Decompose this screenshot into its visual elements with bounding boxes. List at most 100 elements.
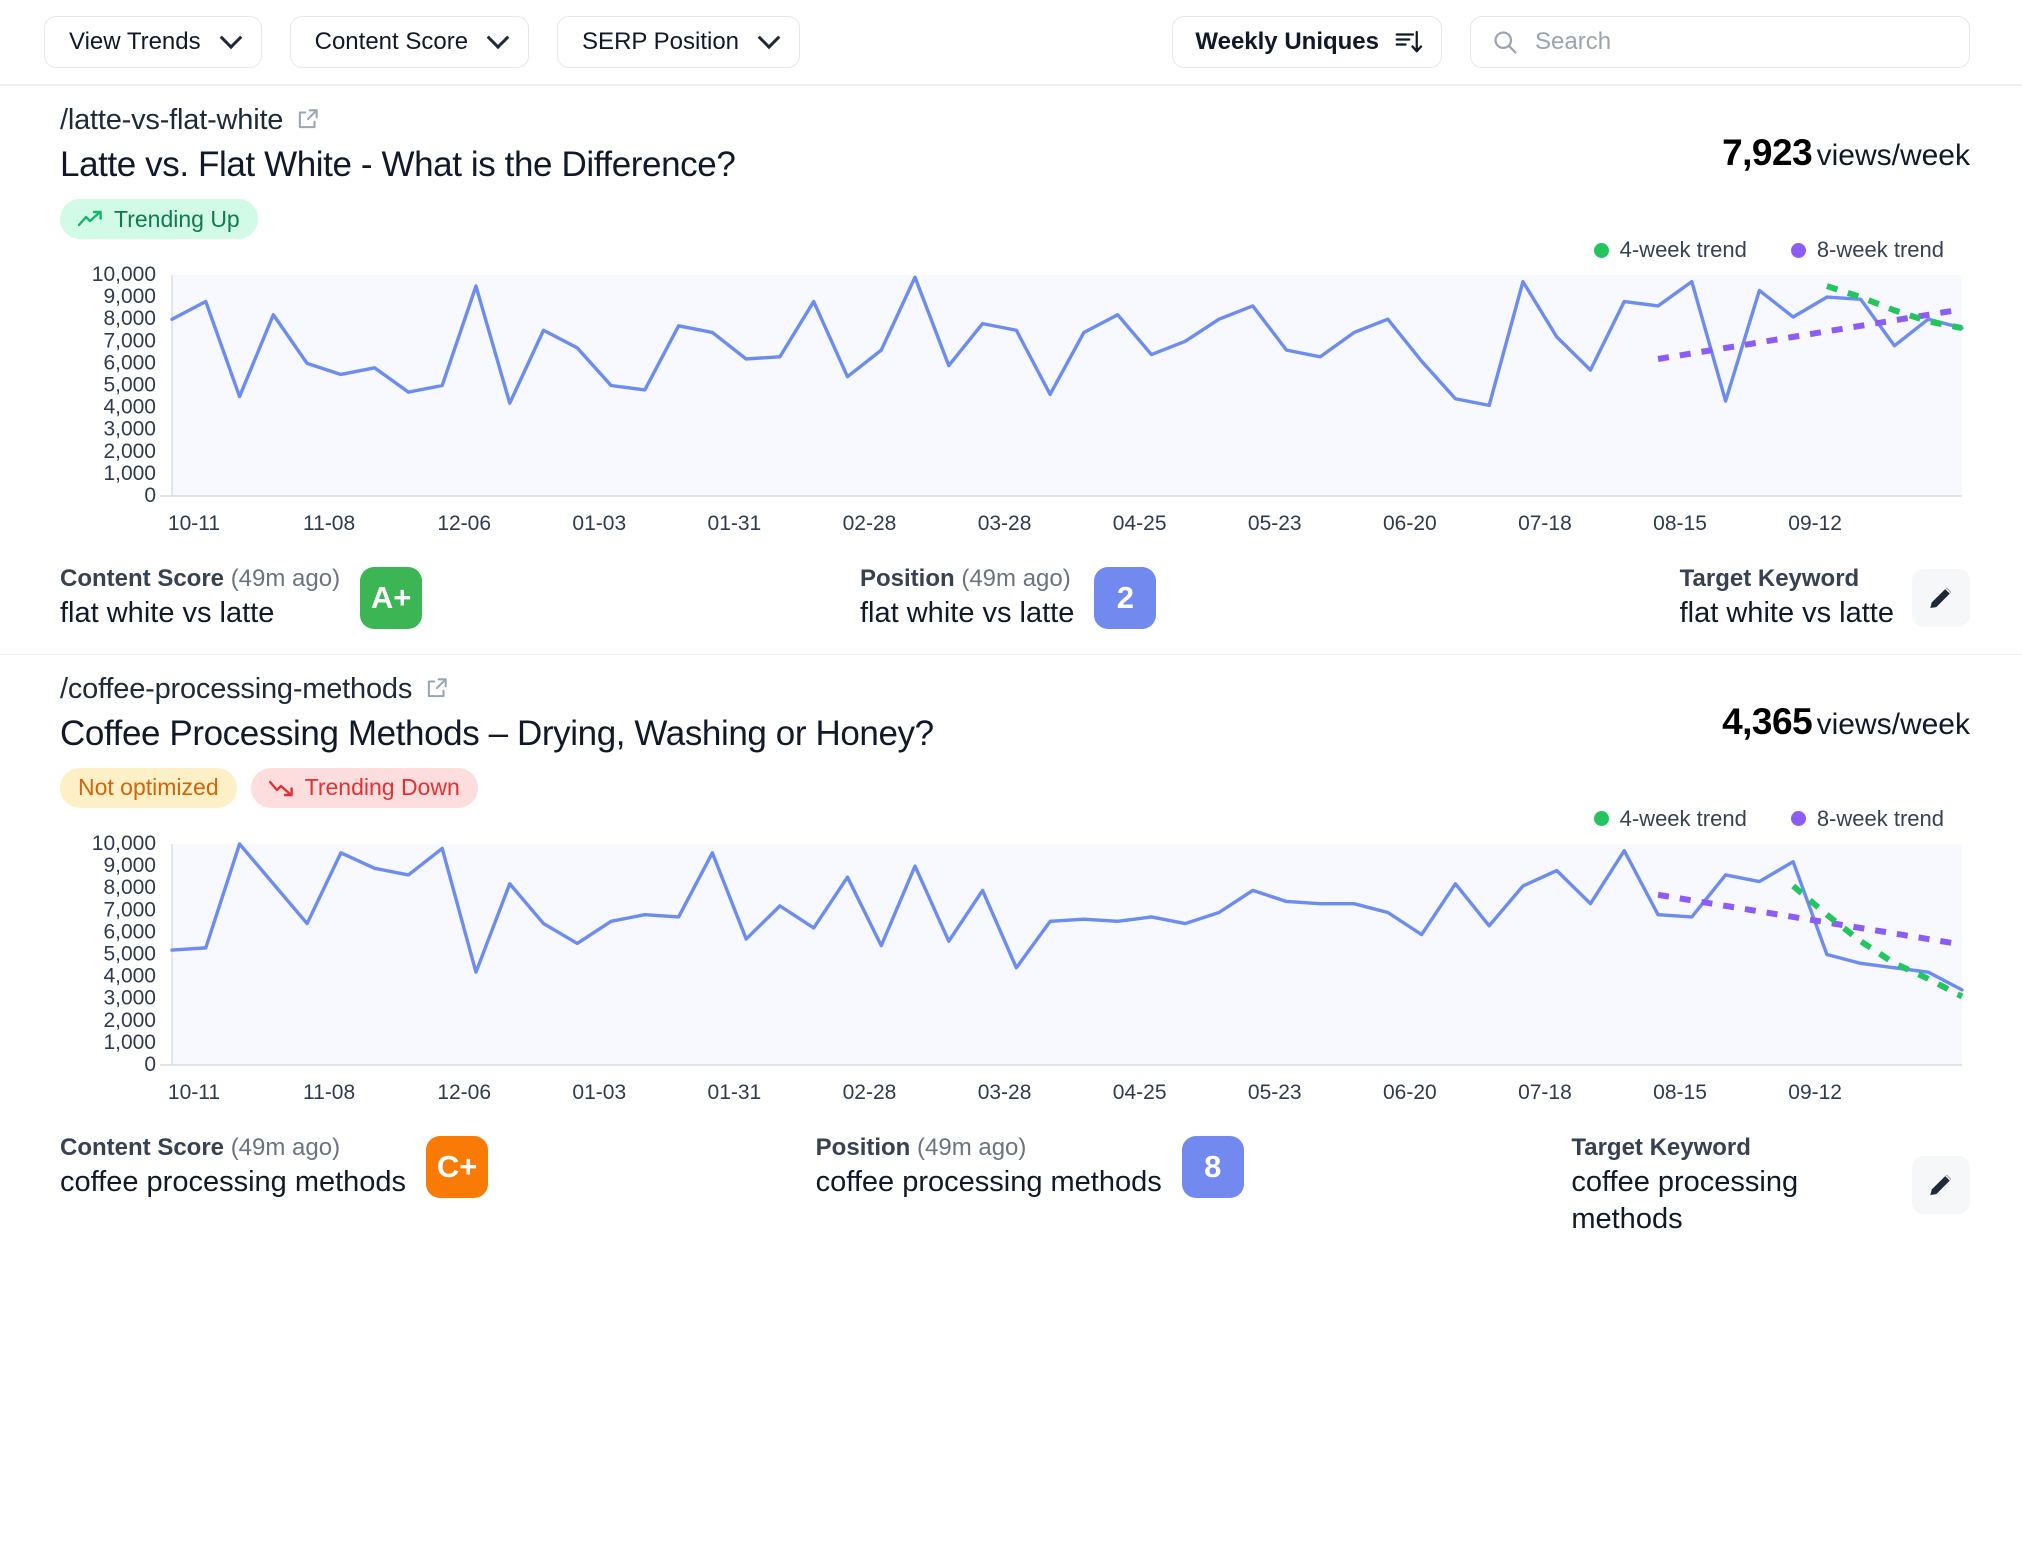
- external-link-icon[interactable]: [295, 106, 321, 132]
- metric-heading: Position (49m ago): [860, 564, 1074, 595]
- metric-text: Position (49m ago) flat white vs latte: [860, 564, 1074, 632]
- views-number: 7,923: [1722, 132, 1813, 173]
- content-score-badge[interactable]: A+: [360, 566, 423, 629]
- badge-list: Not optimized Trending Down: [60, 767, 934, 808]
- edit-target-keyword-button[interactable]: [1912, 1156, 1971, 1215]
- status-badge-not-optimized: Not optimized: [60, 767, 237, 808]
- badge-list: Trending Up: [60, 199, 735, 239]
- filter-content-score-label: Content Score: [314, 28, 469, 55]
- trend-chart: 4-week trend 8-week trend 0 1,000 2,000 3,0…: [60, 806, 1970, 1117]
- legend-item-4-week: 4-week trend: [1593, 237, 1747, 263]
- sort-label: Weekly Uniques: [1195, 28, 1379, 55]
- svg-text:2,000: 2,000: [103, 1009, 156, 1032]
- legend-dot-green-icon: [1593, 242, 1609, 258]
- filter-view-trends[interactable]: View Trends: [44, 16, 262, 68]
- legend-dot-purple-icon: [1790, 242, 1806, 258]
- card-metrics-row: Content Score (49m ago) flat white vs la…: [0, 548, 2022, 654]
- chevron-down-icon: [486, 26, 510, 50]
- page-slug: /coffee-processing-methods: [60, 672, 413, 705]
- filter-view-trends-label: View Trends: [69, 28, 201, 55]
- filter-serp-position-label: SERP Position: [582, 28, 740, 55]
- svg-text:1,000: 1,000: [103, 1031, 156, 1054]
- metric-target-keyword: Target Keyword flat white vs latte: [1680, 564, 1970, 632]
- metric-heading: Target Keyword: [1680, 564, 1894, 595]
- position-badge[interactable]: 2: [1094, 566, 1157, 629]
- pencil-icon: [1930, 587, 1952, 608]
- card-header-left: /latte-vs-flat-white Latte vs. Flat Whit…: [60, 104, 736, 239]
- svg-text:2,000: 2,000: [103, 440, 156, 463]
- sort-weekly-uniques-button[interactable]: Weekly Uniques: [1172, 16, 1442, 68]
- svg-text:6,000: 6,000: [103, 920, 156, 943]
- metric-text: Content Score (49m ago) coffee processin…: [60, 1133, 406, 1201]
- svg-text:03-28: 03-28: [978, 1081, 1032, 1104]
- svg-text:9,000: 9,000: [103, 285, 156, 308]
- legend-item-8-week: 8-week trend: [1790, 237, 1944, 263]
- pencil-icon: [1930, 1175, 1952, 1196]
- legend-item-4-week: 4-week trend: [1593, 806, 1747, 832]
- trend-chart: 4-week trend 8-week trend 0 1,000 2,000 3,0…: [60, 237, 1970, 548]
- legend-label: 8-week trend: [1816, 805, 1944, 831]
- svg-text:07-18: 07-18: [1518, 1081, 1572, 1104]
- metric-text: Target Keyword flat white vs latte: [1680, 564, 1894, 632]
- metric-heading-label: Target Keyword: [1571, 1133, 1751, 1161]
- card-header-left: /coffee-processing-methods Coffee Proces…: [60, 673, 934, 808]
- position-badge[interactable]: 8: [1181, 1135, 1244, 1198]
- slug-line[interactable]: /latte-vs-flat-white: [60, 104, 735, 137]
- svg-text:08-15: 08-15: [1653, 1081, 1707, 1104]
- svg-text:8,000: 8,000: [103, 876, 156, 899]
- metric-heading-label: Content Score: [60, 565, 225, 592]
- metric-heading: Position (49m ago): [816, 1133, 1162, 1164]
- metric-heading-label: Position: [860, 565, 955, 592]
- chevron-down-icon: [757, 26, 781, 50]
- status-badge-label: Not optimized: [78, 774, 219, 801]
- svg-text:04-25: 04-25: [1113, 512, 1167, 535]
- svg-text:01-03: 01-03: [572, 512, 626, 535]
- svg-text:10-11: 10-11: [168, 1081, 220, 1104]
- filter-content-score[interactable]: Content Score: [289, 16, 530, 68]
- svg-text:0: 0: [144, 484, 156, 507]
- svg-text:05-23: 05-23: [1248, 1081, 1302, 1104]
- metric-position: Position (49m ago) coffee processing met…: [816, 1133, 1572, 1201]
- metric-heading: Content Score (49m ago): [60, 564, 340, 595]
- svg-text:01-31: 01-31: [708, 512, 762, 535]
- edit-target-keyword-button[interactable]: [1912, 568, 1970, 627]
- svg-text:09-12: 09-12: [1788, 512, 1842, 535]
- views-per-week: 7,923 views/week: [1722, 104, 1970, 174]
- metric-heading-label: Content Score: [60, 1133, 225, 1161]
- external-link-icon[interactable]: [424, 675, 450, 701]
- metric-heading: Content Score (49m ago): [60, 1133, 406, 1164]
- svg-text:10,000: 10,000: [92, 263, 156, 286]
- metric-content-score: Content Score (49m ago) flat white vs la…: [60, 564, 860, 632]
- metric-text: Content Score (49m ago) flat white vs la…: [60, 564, 340, 632]
- slug-line[interactable]: /coffee-processing-methods: [60, 673, 934, 706]
- content-score-badge[interactable]: C+: [426, 1135, 489, 1198]
- metric-keyword: coffee processing methods: [60, 1165, 407, 1198]
- svg-text:6,000: 6,000: [103, 351, 156, 374]
- metric-keyword: flat white vs latte: [860, 596, 1075, 629]
- chevron-down-icon: [219, 26, 242, 50]
- svg-text:01-31: 01-31: [708, 1081, 762, 1104]
- metric-content-score: Content Score (49m ago) coffee processin…: [60, 1133, 816, 1201]
- svg-text:01-03: 01-03: [572, 1081, 626, 1104]
- card-header-row: /latte-vs-flat-white Latte vs. Flat Whit…: [60, 104, 1970, 239]
- svg-text:3,000: 3,000: [103, 987, 156, 1010]
- svg-text:11-08: 11-08: [303, 1081, 355, 1104]
- page-card: /coffee-processing-methods Coffee Proces…: [0, 653, 2022, 1260]
- search-input[interactable]: Search: [1470, 16, 1970, 68]
- search-placeholder: Search: [1535, 28, 1612, 55]
- metric-keyword: flat white vs latte: [60, 596, 275, 629]
- metric-text: Position (49m ago) coffee processing met…: [816, 1133, 1162, 1201]
- svg-text:5,000: 5,000: [103, 374, 156, 397]
- chart-svg: 01,0002,0003,0004,0005,0006,0007,0008,00…: [92, 832, 1964, 1104]
- page-card: /latte-vs-flat-white Latte vs. Flat Whit…: [0, 85, 2022, 654]
- svg-text:06-20: 06-20: [1383, 512, 1437, 535]
- card-body: /latte-vs-flat-white Latte vs. Flat Whit…: [0, 86, 2022, 548]
- svg-text:12-06: 12-06: [437, 512, 491, 535]
- metric-keyword: coffee processing methods: [815, 1165, 1162, 1198]
- card-body: /coffee-processing-methods Coffee Proces…: [0, 655, 2022, 1117]
- metric-text: Target Keyword coffee processing methods: [1571, 1133, 1894, 1238]
- svg-text:7,000: 7,000: [103, 898, 156, 921]
- filter-serp-position[interactable]: SERP Position: [557, 16, 801, 68]
- metric-heading-label: Target Keyword: [1679, 565, 1860, 592]
- svg-text:9,000: 9,000: [103, 854, 156, 877]
